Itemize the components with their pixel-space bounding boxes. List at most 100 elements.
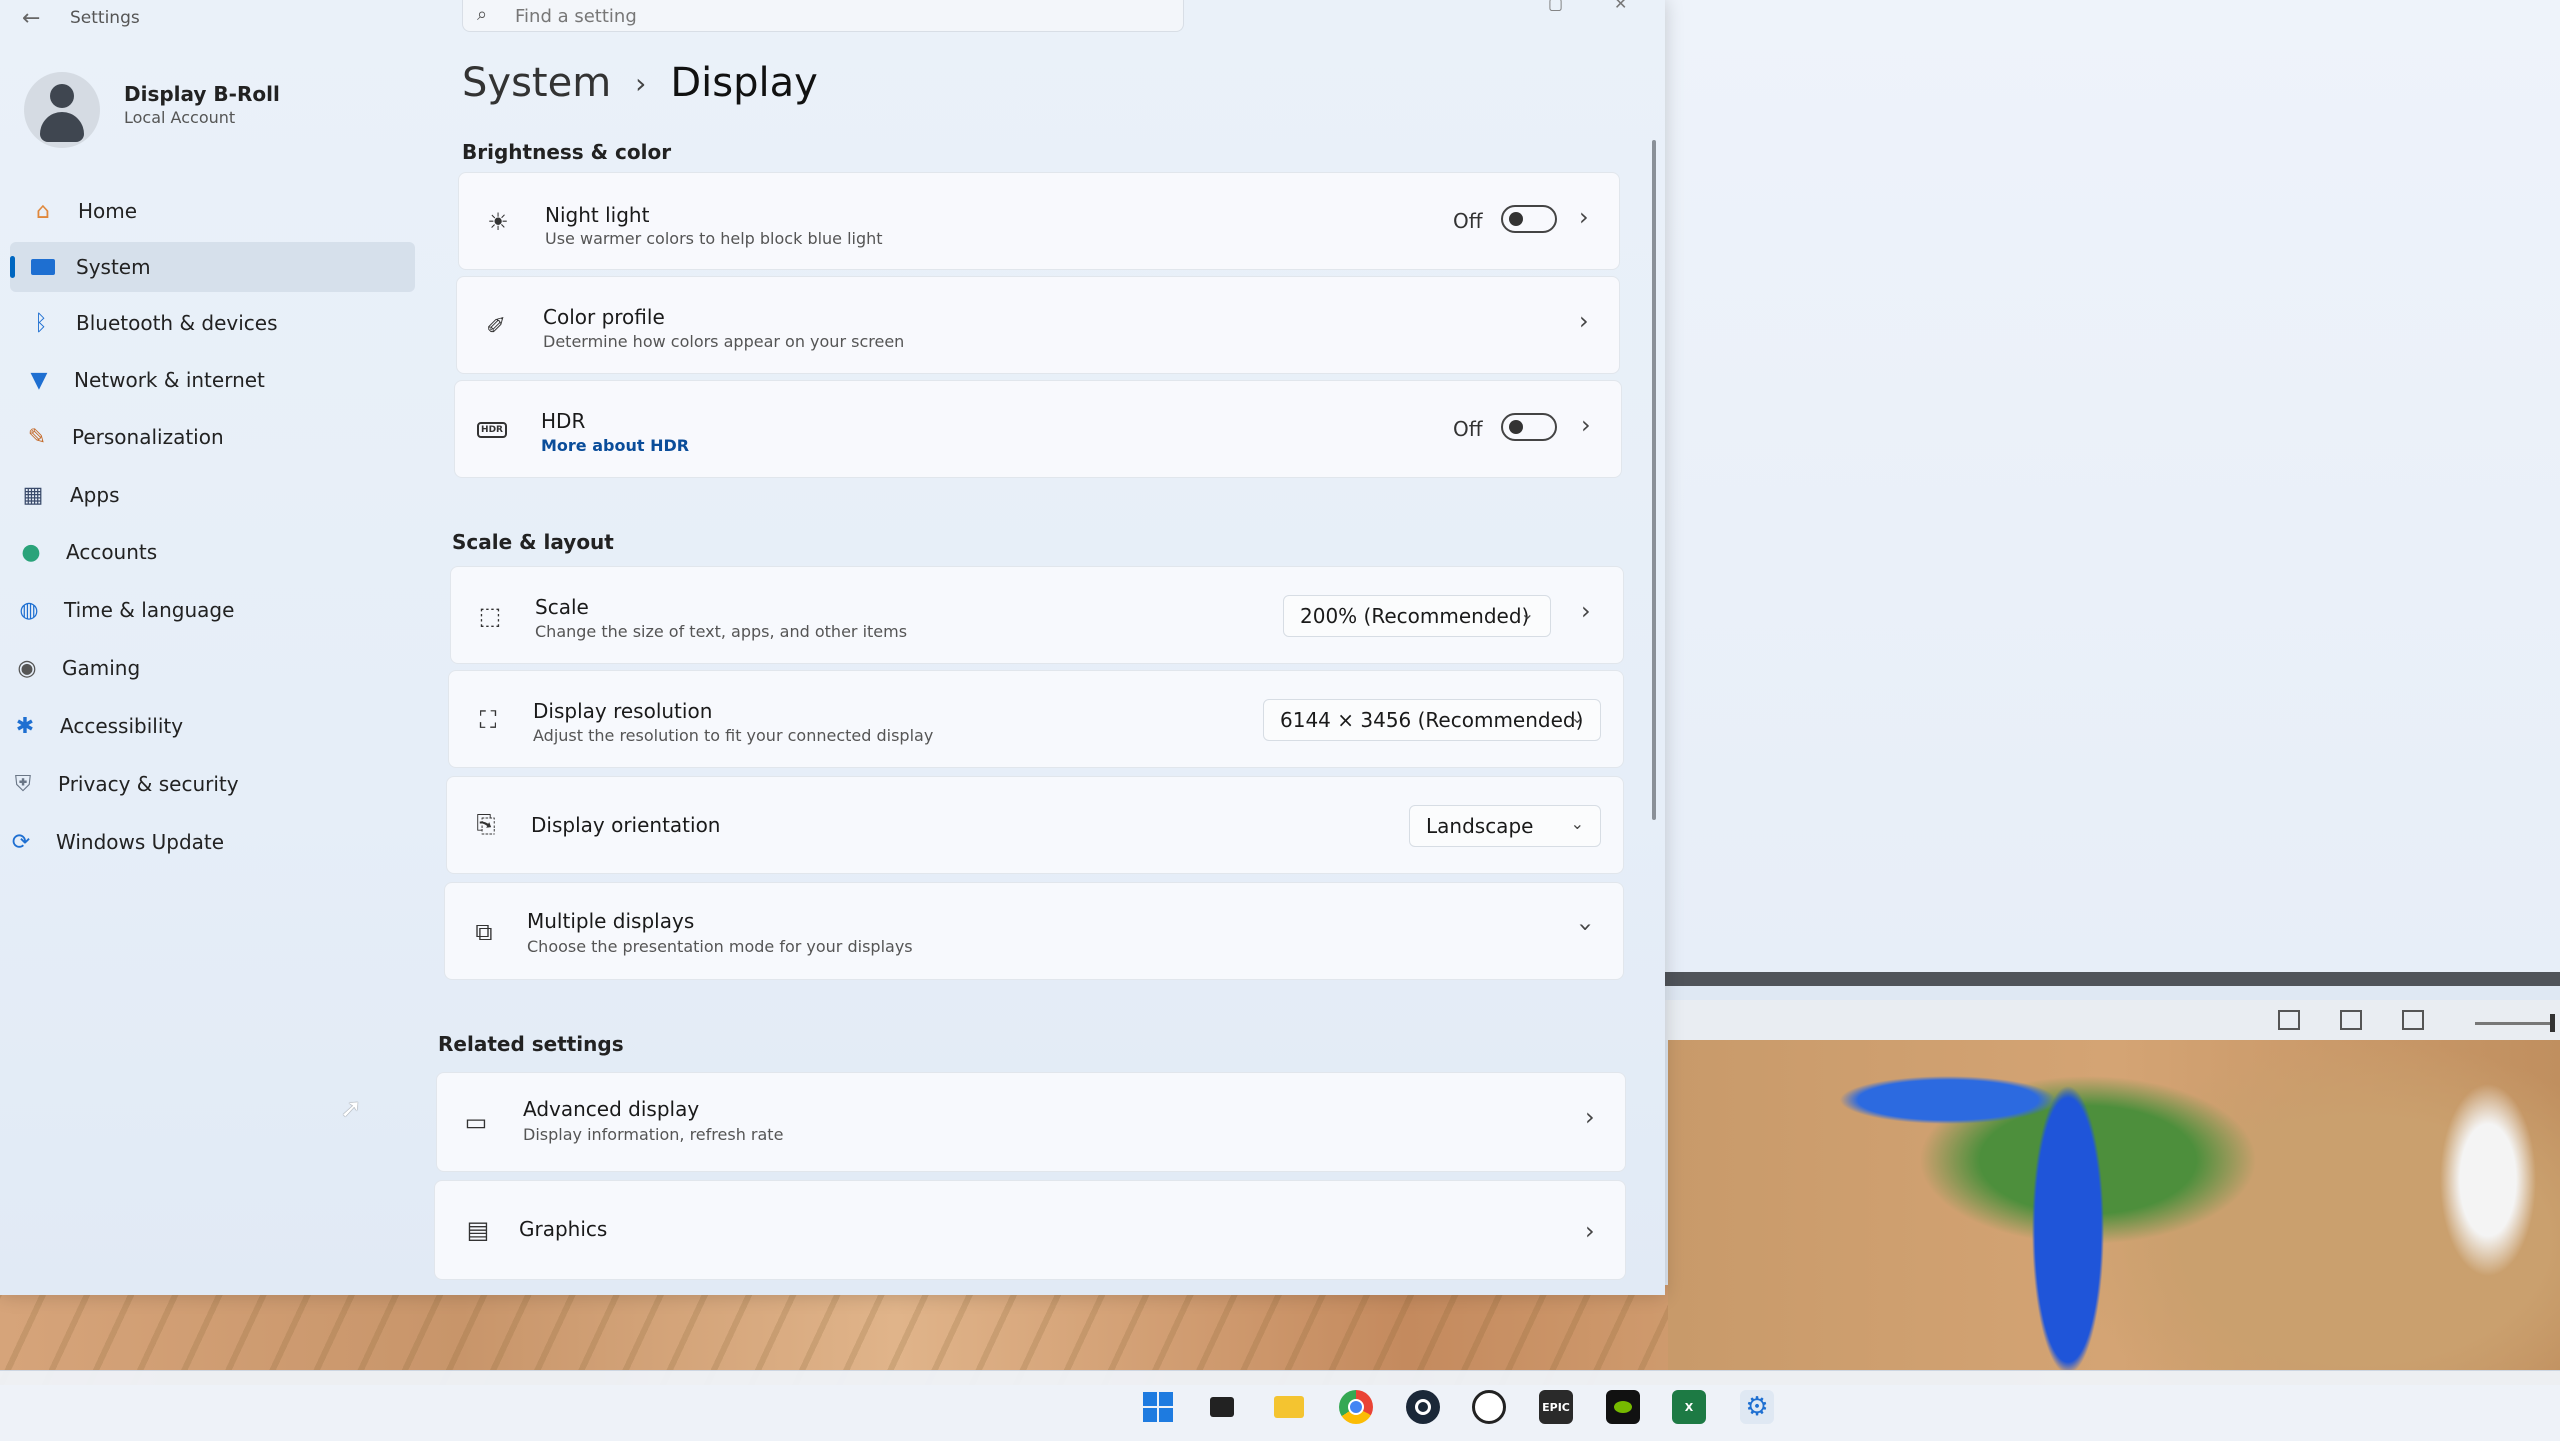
resolution-title: Display resolution	[533, 699, 713, 723]
scale-card[interactable]: ⬚ Scale Change the size of text, apps, a…	[450, 566, 1624, 664]
sidebar-item-bluetooth[interactable]: ᛒ Bluetooth & devices	[0, 298, 418, 348]
sidebar-item-label: Apps	[70, 483, 120, 507]
task-view-icon[interactable]	[1205, 1390, 1239, 1424]
system-icon	[28, 252, 58, 282]
settings-gear-icon[interactable]: ⚙	[1740, 1390, 1774, 1424]
sidebar-item-label: Accounts	[66, 540, 158, 564]
display-orientation-card[interactable]: ⎘ Display orientation Landscape ⌄	[446, 776, 1624, 874]
scale-dropdown[interactable]: 200% (Recommended) ⌄	[1283, 595, 1551, 637]
wifi-icon: ▼	[30, 367, 48, 393]
search-box[interactable]: ⌕	[462, 0, 1184, 32]
epic-games-icon[interactable]: EPIC	[1539, 1390, 1573, 1424]
scale-subtitle: Change the size of text, apps, and other…	[535, 622, 908, 641]
account-name: Display B-Roll	[124, 82, 280, 106]
hdr-state: Off	[1453, 417, 1483, 441]
bluetooth-icon: ᛒ	[34, 310, 48, 336]
scrollbar[interactable]	[1652, 140, 1656, 820]
chevron-down-icon[interactable]: ›	[1572, 922, 1600, 932]
sidebar-item-label: System	[76, 255, 151, 279]
sidebar-item-label: Privacy & security	[58, 772, 239, 796]
sidebar-item-accounts[interactable]: ● Accounts	[0, 527, 418, 577]
grid-view-icon[interactable]	[2278, 1010, 2300, 1030]
advanced-display-card[interactable]: ▭ Advanced display Display information, …	[436, 1072, 1626, 1172]
chevron-right-icon: ›	[1579, 203, 1589, 231]
sidebar-item-privacy[interactable]: ⛨ Privacy & security	[0, 759, 418, 809]
sidebar-item-network[interactable]: ▼ Network & internet	[0, 355, 418, 405]
gamepad-icon: ◉	[17, 655, 37, 681]
orientation-icon: ⎘	[476, 810, 496, 838]
sidebar-item-time-language[interactable]: ◍ Time & language	[0, 585, 418, 635]
chevron-right-icon: ›	[1579, 307, 1589, 335]
color-profile-card[interactable]: ✐ Color profile Determine how colors app…	[456, 276, 1620, 374]
color-profile-subtitle: Determine how colors appear on your scre…	[543, 332, 905, 351]
sidebar-item-apps[interactable]: ▦ Apps	[0, 470, 418, 520]
breadcrumb-separator: ›	[635, 66, 647, 100]
window-title: Settings	[70, 8, 140, 28]
chevron-right-icon: ›	[1581, 411, 1591, 439]
night-light-subtitle: Use warmer colors to help block blue lig…	[545, 229, 883, 248]
sidebar-item-label: Home	[78, 199, 138, 223]
view-toolbar	[1665, 1000, 2560, 1040]
start-icon[interactable]	[1141, 1390, 1175, 1424]
accounts-icon: ●	[21, 539, 41, 565]
sidebar-item-gaming[interactable]: ◉ Gaming	[0, 643, 418, 693]
chevron-right-icon: ›	[1581, 597, 1591, 625]
hdr-title: HDR	[541, 409, 586, 433]
scale-title: Scale	[535, 595, 589, 619]
advanced-display-title: Advanced display	[523, 1097, 700, 1121]
background-window	[1665, 0, 2560, 975]
accessibility-icon: ✱	[15, 713, 35, 739]
steam-icon[interactable]	[1406, 1390, 1440, 1424]
chrome-icon[interactable]	[1339, 1390, 1373, 1424]
chevron-right-icon: ›	[1585, 1103, 1595, 1131]
layout-view-icon[interactable]	[2402, 1010, 2424, 1030]
brightness-sun-icon: ☀	[487, 208, 509, 236]
resolution-subtitle: Adjust the resolution to fit your connec…	[533, 726, 934, 745]
sidebar-item-label: Windows Update	[56, 830, 225, 854]
multiple-displays-card[interactable]: ⧉ Multiple displays Choose the presentat…	[444, 882, 1624, 980]
hdr-toggle[interactable]	[1501, 413, 1557, 441]
orientation-title: Display orientation	[531, 813, 721, 837]
hdr-icon: HDR	[475, 413, 509, 447]
hdr-learn-more-link[interactable]: More about HDR	[541, 436, 689, 455]
breadcrumb: System › Display	[462, 60, 818, 106]
graphics-card[interactable]: ▤ Graphics ›	[434, 1180, 1626, 1280]
section-brightness-color: Brightness & color	[462, 140, 672, 164]
graphics-title: Graphics	[519, 1217, 608, 1241]
night-light-card[interactable]: ☀ Night light Use warmer colors to help …	[458, 172, 1620, 270]
eyedropper-icon: ✐	[485, 312, 507, 340]
breadcrumb-parent[interactable]: System	[462, 60, 611, 106]
page-view-icon[interactable]	[2340, 1010, 2362, 1030]
sidebar-item-label: Personalization	[72, 425, 224, 449]
chevron-down-icon: ⌄	[1520, 604, 1534, 623]
back-arrow-icon[interactable]: ←	[22, 6, 40, 31]
zoom-slider[interactable]	[2475, 1014, 2555, 1032]
excel-icon[interactable]: X	[1672, 1390, 1706, 1424]
minimize-icon[interactable]: ▢	[1548, 0, 1563, 13]
night-light-toggle[interactable]	[1501, 205, 1557, 233]
mouse-cursor-icon: ➚	[340, 1094, 362, 1124]
file-explorer-icon[interactable]	[1272, 1390, 1306, 1424]
multiple-displays-title: Multiple displays	[527, 909, 695, 933]
sidebar-item-label: Network & internet	[74, 368, 265, 392]
ubisoft-icon[interactable]	[1472, 1390, 1506, 1424]
hdr-card[interactable]: HDR HDR More about HDR Off ›	[454, 380, 1622, 478]
sidebar-item-accessibility[interactable]: ✱ Accessibility	[0, 701, 418, 751]
sidebar-item-system[interactable]: System	[10, 242, 415, 292]
close-icon[interactable]: ✕	[1614, 0, 1627, 13]
display-resolution-card[interactable]: ⛶ Display resolution Adjust the resoluti…	[448, 670, 1624, 768]
home-icon: ⌂	[36, 198, 50, 224]
sidebar-item-home[interactable]: ⌂ Home	[0, 186, 418, 236]
night-light-state: Off	[1453, 209, 1483, 233]
orientation-dropdown[interactable]: Landscape ⌄	[1409, 805, 1601, 847]
night-light-title: Night light	[545, 203, 650, 227]
resolution-dropdown[interactable]: 6144 × 3456 (Recommended) ⌄	[1263, 699, 1601, 741]
sidebar-item-label: Accessibility	[60, 714, 184, 738]
search-input[interactable]	[513, 2, 1167, 30]
settings-window: ← Settings ⌕ ▢ ✕ Display B-Roll Local Ac…	[0, 0, 1665, 1295]
sidebar-item-windows-update[interactable]: ⟳ Windows Update	[0, 817, 418, 867]
sidebar-item-personalization[interactable]: ✎ Personalization	[0, 412, 418, 462]
nvidia-icon[interactable]	[1606, 1390, 1640, 1424]
scale-value: 200% (Recommended)	[1300, 604, 1530, 628]
avatar[interactable]	[24, 72, 100, 148]
